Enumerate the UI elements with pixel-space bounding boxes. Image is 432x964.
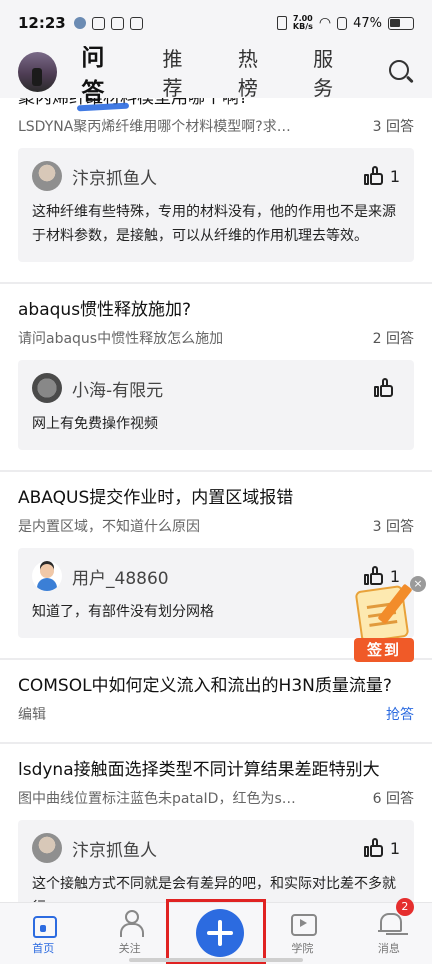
home-icon	[30, 910, 58, 938]
sync-notification-icon	[110, 16, 124, 30]
question-item[interactable]: lsdyna接触面选择类型不同计算结果差距特别大 图中曲线位置标注蓝色未pata…	[0, 758, 432, 902]
wifi-icon: ◠	[318, 15, 332, 31]
nav-academy[interactable]: 学院	[259, 903, 345, 964]
question-meta: 图中曲线位置标注蓝色未pataID，红色为s… 6 回答	[18, 788, 414, 808]
nav-home[interactable]: 首页	[0, 903, 86, 964]
user-icon	[117, 910, 144, 937]
question-title[interactable]: COMSOL中如何定义流入和流出的H3N质量流量?	[18, 674, 414, 698]
nav-follow[interactable]: 关注	[86, 903, 172, 964]
close-icon[interactable]: ×	[410, 576, 426, 592]
top-nav: 问答 推荐 热榜 服务	[0, 43, 432, 105]
question-meta: 编辑 抢答	[18, 704, 414, 724]
answer-author[interactable]: 汴京抓鱼人	[72, 164, 364, 189]
answer-header: 汴京抓鱼人 1	[32, 832, 400, 864]
avatar[interactable]	[32, 373, 62, 403]
question-meta: 请问abaqus中惯性释放怎么施加 2 回答	[18, 328, 414, 348]
net-speed-unit: KB/s	[292, 22, 313, 31]
avatar[interactable]	[32, 161, 62, 191]
nav-academy-label: 学院	[291, 942, 314, 955]
question-title[interactable]: ABAQUS提交作业时，内置区域报错	[18, 486, 414, 510]
app-notification-icon	[73, 17, 86, 29]
nav-messages-label: 消息	[377, 942, 400, 955]
sim-icon	[337, 16, 348, 30]
nav-follow-label: 关注	[118, 942, 141, 955]
battery-percent: 47%	[353, 15, 382, 31]
notification-icons	[73, 16, 143, 30]
answer-count: 6 回答	[372, 791, 414, 807]
thumbs-up-icon	[363, 838, 384, 858]
answer-author[interactable]: 用户_48860	[72, 564, 364, 589]
divider	[0, 470, 432, 472]
answer-count: 3 回答	[372, 119, 414, 135]
nav-messages[interactable]: 2 消息	[346, 898, 432, 964]
answer-text: 网上有免费操作视频	[32, 416, 158, 432]
answer-preview[interactable]: 汴京抓鱼人 1 这种纤维有些特殊，专用的材料没有，他的作用也不是来源于材料参数，…	[18, 148, 414, 262]
net-speed: 7.00 KB/s	[293, 15, 313, 31]
search-handle	[406, 75, 415, 84]
status-bar: 12:23 7.00 KB/s ◠ 47%	[0, 0, 432, 46]
question-title[interactable]: lsdyna接触面选择类型不同计算结果差距特别大	[18, 758, 414, 782]
question-meta: LSDYNA聚丙烯纤维用哪个材料模型啊?求… 3 回答	[18, 116, 414, 136]
sign-in-widget[interactable]: 签到 ×	[352, 576, 426, 668]
answer-author[interactable]: 汴京抓鱼人	[72, 836, 364, 861]
answer-count: 3 回答	[372, 519, 414, 535]
avatar[interactable]	[32, 561, 62, 591]
answer-preview[interactable]: 汴京抓鱼人 1 这个接触方式不同就是会有差异的吧，和实际对比差不多就行。	[18, 820, 414, 902]
message-notification-icon	[91, 16, 105, 30]
question-excerpt: LSDYNA聚丙烯纤维用哪个材料模型啊?求…	[18, 119, 291, 135]
like-count: 1	[389, 166, 400, 186]
divider	[0, 742, 432, 744]
battery-icon	[388, 16, 414, 30]
status-right: 7.00 KB/s ◠ 47%	[276, 15, 414, 31]
nav-home-label: 首页	[32, 942, 55, 955]
unread-badge: 2	[395, 898, 414, 916]
question-excerpt: 是内置区域，不知道什么原因	[18, 519, 200, 535]
play-icon	[289, 910, 318, 936]
answer-text: 这种纤维有些特殊，专用的材料没有，他的作用也不是来源于材料参数，是接触，可以从纤…	[32, 204, 396, 244]
grab-answer-button[interactable]: 抢答	[386, 704, 414, 724]
home-indicator[interactable]	[129, 958, 303, 962]
question-excerpt: 编辑	[18, 707, 46, 723]
question-title[interactable]: abaqus惯性释放施加?	[18, 298, 414, 322]
question-item[interactable]: abaqus惯性释放施加? 请问abaqus中惯性释放怎么施加 2 回答 小海-…	[0, 298, 432, 450]
tab-recommend[interactable]: 推荐	[163, 43, 202, 101]
add-icon	[195, 909, 244, 957]
answer-count: 2 回答	[372, 331, 414, 347]
question-item[interactable]: COMSOL中如何定义流入和流出的H3N质量流量? 编辑 抢答	[0, 674, 432, 724]
question-meta: 是内置区域，不知道什么原因 3 回答	[18, 516, 414, 536]
status-time: 12:23	[18, 14, 66, 32]
sign-in-label[interactable]: 签到	[354, 638, 414, 662]
bottom-nav: 首页 关注 学院 2 消息	[0, 898, 432, 964]
tab-hot[interactable]: 热榜	[238, 43, 277, 101]
question-item[interactable]: 聚丙烯纤维材料模型用哪个啊? LSDYNA聚丙烯纤维用哪个材料模型啊?求… 3 …	[0, 98, 432, 262]
answer-text: 知道了，有部件没有划分网格	[32, 604, 214, 620]
like-count: 1	[389, 838, 400, 858]
add-post-button[interactable]	[173, 903, 259, 964]
profile-avatar[interactable]	[18, 52, 58, 92]
thumbs-up-icon	[363, 166, 384, 186]
divider	[0, 282, 432, 284]
answer-text: 这个接触方式不同就是会有差异的吧，和实际对比差不多就行。	[32, 876, 396, 902]
answer-header: 小海-有限元	[32, 372, 400, 404]
search-icon[interactable]	[388, 59, 415, 85]
question-feed[interactable]: 聚丙烯纤维材料模型用哪个啊? LSDYNA聚丙烯纤维用哪个材料模型啊?求… 3 …	[0, 98, 432, 902]
answer-header: 汴京抓鱼人 1	[32, 160, 400, 192]
question-excerpt: 图中曲线位置标注蓝色未pataID，红色为s…	[18, 791, 296, 807]
answer-author[interactable]: 小海-有限元	[72, 376, 374, 401]
like-button[interactable]	[374, 378, 400, 398]
mail-notification-icon	[129, 16, 143, 30]
vibrate-icon	[276, 16, 287, 30]
tab-qa[interactable]: 问答	[81, 38, 126, 106]
like-button[interactable]: 1	[363, 838, 400, 858]
answer-preview[interactable]: 小海-有限元 网上有免费操作视频	[18, 360, 414, 450]
like-button[interactable]: 1	[363, 166, 400, 186]
tab-service[interactable]: 服务	[313, 43, 352, 101]
thumbs-up-icon	[374, 378, 394, 398]
question-excerpt: 请问abaqus中惯性释放怎么施加	[18, 331, 224, 347]
answer-header: 用户_48860 1	[32, 560, 400, 592]
avatar[interactable]	[32, 833, 62, 863]
bell-icon: 2	[376, 898, 414, 936]
